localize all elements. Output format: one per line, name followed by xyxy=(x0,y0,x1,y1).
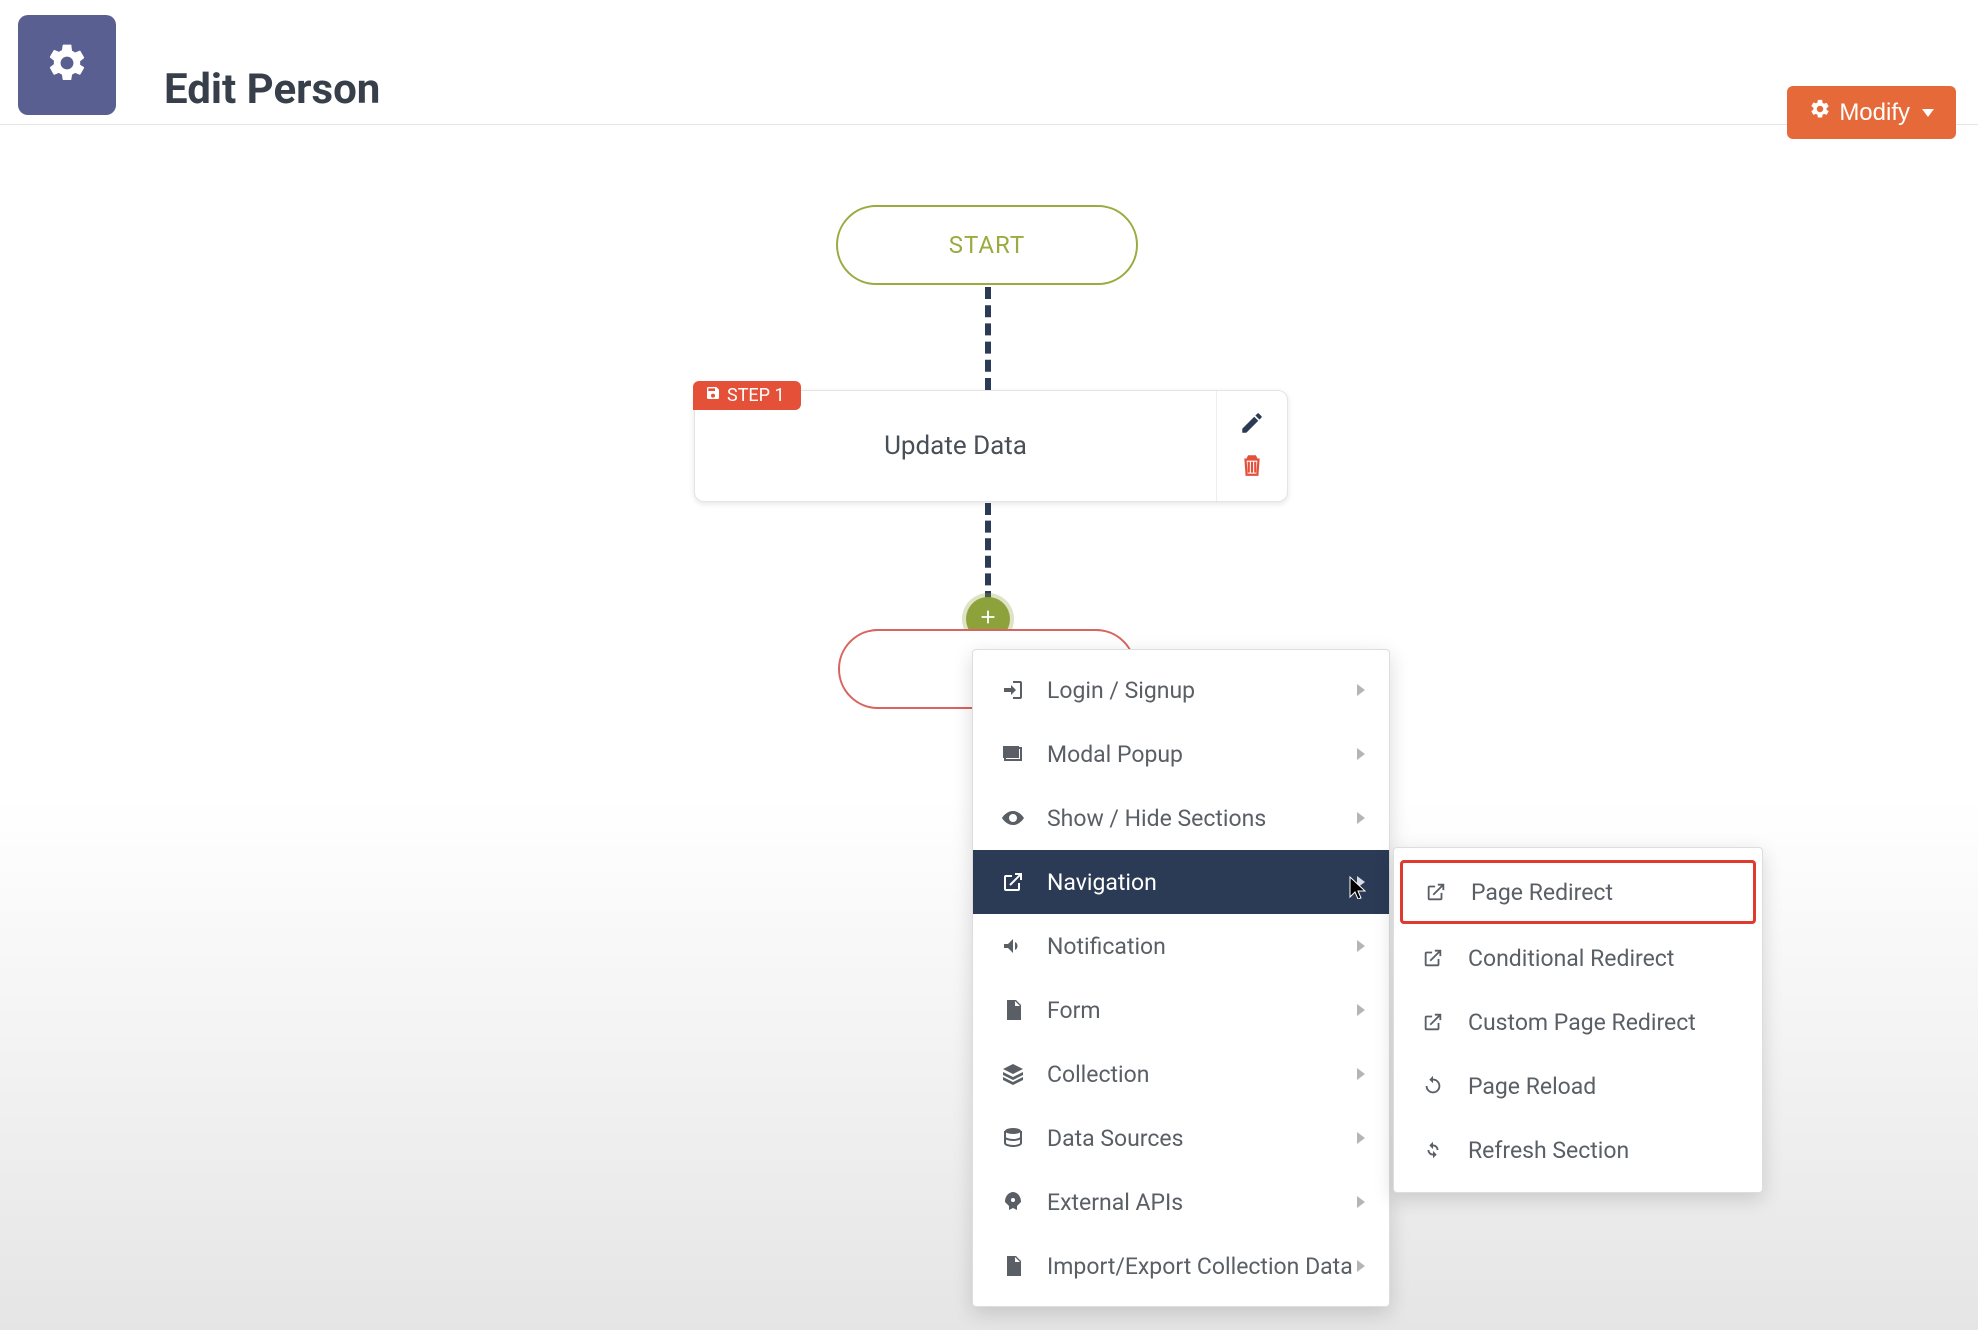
submenu-item-page-reload[interactable]: Page Reload xyxy=(1394,1054,1762,1118)
menu-item-label: Navigation xyxy=(1047,869,1357,896)
file-icon xyxy=(1001,1254,1047,1278)
menu-item-notification[interactable]: Notification xyxy=(973,914,1389,978)
app-header: Edit Person Modify xyxy=(0,0,1978,125)
menu-item-collection[interactable]: Collection xyxy=(973,1042,1389,1106)
caret-down-icon xyxy=(1922,109,1934,117)
menu-item-label: Show / Hide Sections xyxy=(1047,805,1357,832)
submenu-item-label: Refresh Section xyxy=(1468,1137,1738,1164)
menu-item-navigation[interactable]: Navigation xyxy=(973,850,1389,914)
page-title: Edit Person xyxy=(164,65,380,114)
chevron-right-icon xyxy=(1357,1260,1365,1272)
submenu-item-page-redirect[interactable]: Page Redirect xyxy=(1400,860,1756,924)
external-icon xyxy=(1422,1011,1468,1033)
submenu-item-label: Conditional Redirect xyxy=(1468,945,1738,972)
menu-item-login-signup[interactable]: Login / Signup xyxy=(973,658,1389,722)
layers-icon xyxy=(1001,1062,1047,1086)
step-badge: STEP 1 xyxy=(693,381,801,410)
login-icon xyxy=(1001,678,1047,702)
chevron-right-icon xyxy=(1357,748,1365,760)
chevron-right-icon xyxy=(1357,812,1365,824)
menu-item-label: External APIs xyxy=(1047,1189,1357,1216)
modify-label: Modify xyxy=(1839,99,1910,127)
file-icon xyxy=(1001,998,1047,1022)
start-label: START xyxy=(949,231,1025,259)
submenu-item-refresh-section[interactable]: Refresh Section xyxy=(1394,1118,1762,1182)
menu-item-label: Login / Signup xyxy=(1047,677,1357,704)
step-label: Update Data xyxy=(695,431,1216,461)
connector-line xyxy=(985,287,991,390)
menu-item-data-sources[interactable]: Data Sources xyxy=(973,1106,1389,1170)
edit-icon[interactable] xyxy=(1239,410,1265,440)
external-icon xyxy=(1425,881,1471,903)
menu-item-label: Import/Export Collection Data xyxy=(1047,1253,1357,1280)
chevron-right-icon xyxy=(1357,1196,1365,1208)
database-icon xyxy=(1001,1126,1047,1150)
menu-item-form[interactable]: Form xyxy=(973,978,1389,1042)
megaphone-icon xyxy=(1001,934,1047,958)
menu-item-modal-popup[interactable]: Modal Popup xyxy=(973,722,1389,786)
menu-item-label: Notification xyxy=(1047,933,1357,960)
gear-icon xyxy=(1809,98,1831,127)
gears-icon xyxy=(45,41,89,89)
trash-icon[interactable] xyxy=(1239,452,1265,482)
connector-line xyxy=(985,503,991,603)
menu-item-import-export-collection-data[interactable]: Import/Export Collection Data xyxy=(973,1234,1389,1298)
workflow-canvas: START STEP 1 Update Data Login / Signup M… xyxy=(0,125,1978,1330)
step-actions xyxy=(1216,391,1287,501)
rocket-icon xyxy=(1001,1190,1047,1214)
save-icon xyxy=(705,385,721,406)
external-icon xyxy=(1001,870,1047,894)
menu-item-show-hide-sections[interactable]: Show / Hide Sections xyxy=(973,786,1389,850)
menu-item-label: Modal Popup xyxy=(1047,741,1357,768)
external-icon xyxy=(1422,947,1468,969)
menu-item-label: Form xyxy=(1047,997,1357,1024)
start-node[interactable]: START xyxy=(836,205,1138,285)
submenu-item-label: Page Redirect xyxy=(1471,879,1735,906)
app-logo-button[interactable] xyxy=(18,15,116,115)
chevron-right-icon xyxy=(1357,940,1365,952)
chevron-right-icon xyxy=(1357,876,1365,888)
chevron-right-icon xyxy=(1357,1132,1365,1144)
action-type-menu: Login / Signup Modal Popup Show / Hide Sec… xyxy=(972,649,1390,1307)
step-badge-text: STEP 1 xyxy=(727,385,785,406)
menu-item-label: Data Sources xyxy=(1047,1125,1357,1152)
submenu-item-label: Page Reload xyxy=(1468,1073,1738,1100)
submenu-item-conditional-redirect[interactable]: Conditional Redirect xyxy=(1394,926,1762,990)
menu-item-label: Collection xyxy=(1047,1061,1357,1088)
chevron-right-icon xyxy=(1357,684,1365,696)
navigation-submenu: Page Redirect Conditional Redirect Custom … xyxy=(1393,847,1763,1193)
chevron-right-icon xyxy=(1357,1004,1365,1016)
step-node[interactable]: STEP 1 Update Data xyxy=(694,390,1288,502)
sync-icon xyxy=(1422,1139,1468,1161)
refresh-icon xyxy=(1422,1075,1468,1097)
eye-icon xyxy=(1001,806,1047,830)
modal-icon xyxy=(1001,742,1047,766)
chevron-right-icon xyxy=(1357,1068,1365,1080)
submenu-item-label: Custom Page Redirect xyxy=(1468,1009,1738,1036)
menu-item-external-apis[interactable]: External APIs xyxy=(973,1170,1389,1234)
submenu-item-custom-page-redirect[interactable]: Custom Page Redirect xyxy=(1394,990,1762,1054)
